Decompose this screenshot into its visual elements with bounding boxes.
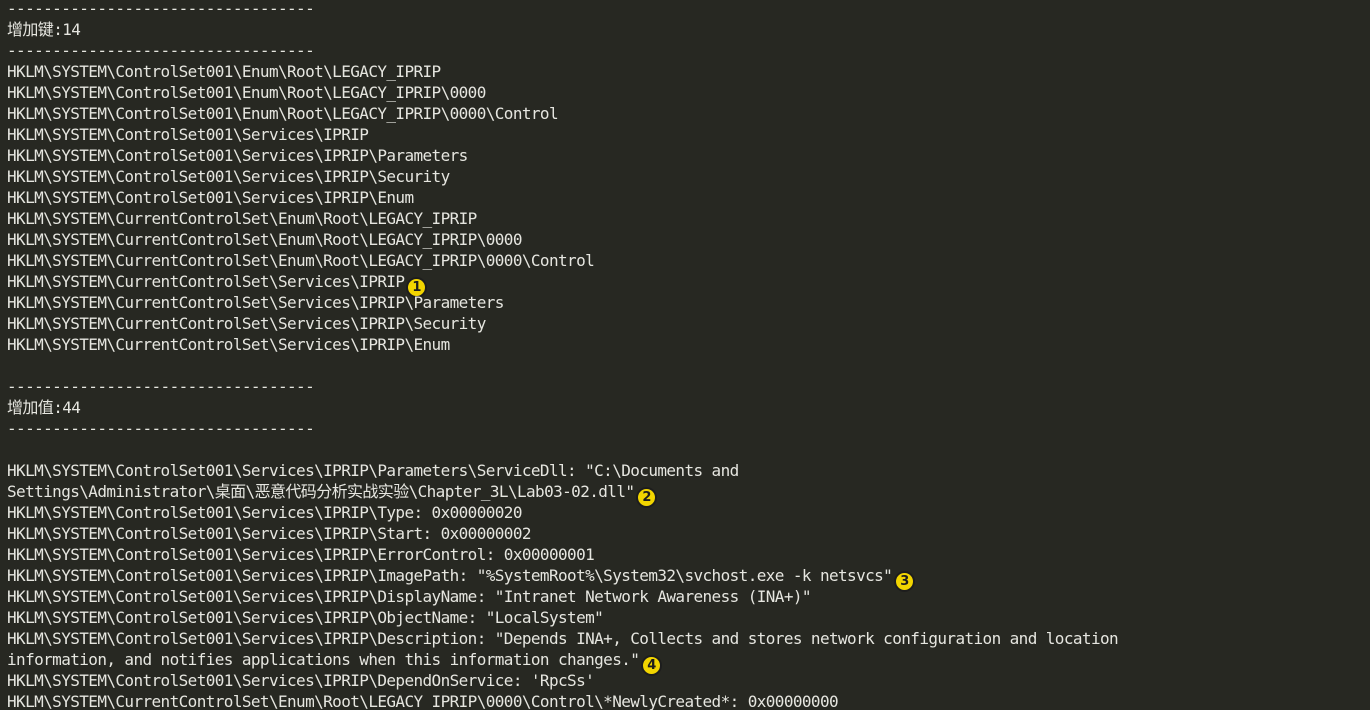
registry-value-line: HKLM\SYSTEM\ControlSet001\Services\IPRIP… bbox=[7, 524, 532, 543]
separator-line: ---------------------------------- bbox=[7, 41, 315, 60]
added-keys-header: 增加键:14 bbox=[7, 20, 81, 39]
registry-key-line: HKLM\SYSTEM\ControlSet001\Services\IPRIP… bbox=[7, 146, 468, 165]
added-values-header: 增加值:44 bbox=[7, 398, 81, 417]
registry-key-line: HKLM\SYSTEM\ControlSet001\Enum\Root\LEGA… bbox=[7, 62, 441, 81]
registry-key-line: HKLM\SYSTEM\ControlSet001\Services\IPRIP bbox=[7, 125, 369, 144]
registry-key-line: HKLM\SYSTEM\CurrentControlSet\Services\I… bbox=[7, 293, 504, 312]
registry-key-line: HKLM\SYSTEM\ControlSet001\Services\IPRIP… bbox=[7, 167, 450, 186]
registry-value-line: HKLM\SYSTEM\ControlSet001\Services\IPRIP… bbox=[7, 503, 522, 522]
registry-value-line-marked: information, and notifies applications w… bbox=[7, 649, 1366, 676]
registry-key-line: HKLM\SYSTEM\ControlSet001\Enum\Root\LEGA… bbox=[7, 83, 486, 102]
registry-key-line: HKLM\SYSTEM\CurrentControlSet\Enum\Root\… bbox=[7, 230, 522, 249]
separator-line: ---------------------------------- bbox=[7, 377, 315, 396]
registry-value-text: Settings\Administrator\桌面\恶意代码分析实战实验\Cha… bbox=[7, 482, 635, 501]
terminal-window: ---------------------------------- 增加键:1… bbox=[0, 0, 1370, 710]
registry-key-line: HKLM\SYSTEM\ControlSet001\Enum\Root\LEGA… bbox=[7, 104, 559, 123]
separator-line: ---------------------------------- bbox=[7, 419, 315, 438]
separator-line: ---------------------------------- bbox=[7, 0, 315, 18]
registry-value-line-marked: Settings\Administrator\桌面\恶意代码分析实战实验\Cha… bbox=[7, 481, 1366, 508]
registry-value-line: HKLM\SYSTEM\ControlSet001\Services\IPRIP… bbox=[7, 608, 604, 627]
registry-value-line: HKLM\SYSTEM\ControlSet001\Services\IPRIP… bbox=[7, 461, 739, 480]
registry-value-line: HKLM\SYSTEM\ControlSet001\Services\IPRIP… bbox=[7, 587, 812, 606]
registry-key-line: HKLM\SYSTEM\CurrentControlSet\Enum\Root\… bbox=[7, 251, 595, 270]
registry-key-line: HKLM\SYSTEM\CurrentControlSet\Services\I… bbox=[7, 314, 486, 333]
registry-value-text: information, and notifies applications w… bbox=[7, 650, 640, 669]
registry-key-text: HKLM\SYSTEM\CurrentControlSet\Services\I… bbox=[7, 272, 405, 291]
registry-value-line: HKLM\SYSTEM\ControlSet001\Services\IPRIP… bbox=[7, 671, 595, 690]
registry-value-line-marked: HKLM\SYSTEM\ControlSet001\Services\IPRIP… bbox=[7, 565, 1366, 592]
registry-key-line-marked: HKLM\SYSTEM\CurrentControlSet\Services\I… bbox=[7, 271, 1366, 298]
registry-key-line: HKLM\SYSTEM\ControlSet001\Services\IPRIP… bbox=[7, 188, 414, 207]
registry-value-line: HKLM\SYSTEM\ControlSet001\Services\IPRIP… bbox=[7, 545, 595, 564]
terminal-output: ---------------------------------- 增加键:1… bbox=[7, 0, 1366, 710]
registry-value-text: HKLM\SYSTEM\ControlSet001\Services\IPRIP… bbox=[7, 566, 893, 585]
registry-key-line: HKLM\SYSTEM\CurrentControlSet\Enum\Root\… bbox=[7, 209, 477, 228]
registry-value-line: HKLM\SYSTEM\CurrentControlSet\Enum\Root\… bbox=[7, 692, 839, 710]
registry-value-line: HKLM\SYSTEM\ControlSet001\Services\IPRIP… bbox=[7, 629, 1119, 648]
registry-key-line: HKLM\SYSTEM\CurrentControlSet\Services\I… bbox=[7, 335, 450, 354]
